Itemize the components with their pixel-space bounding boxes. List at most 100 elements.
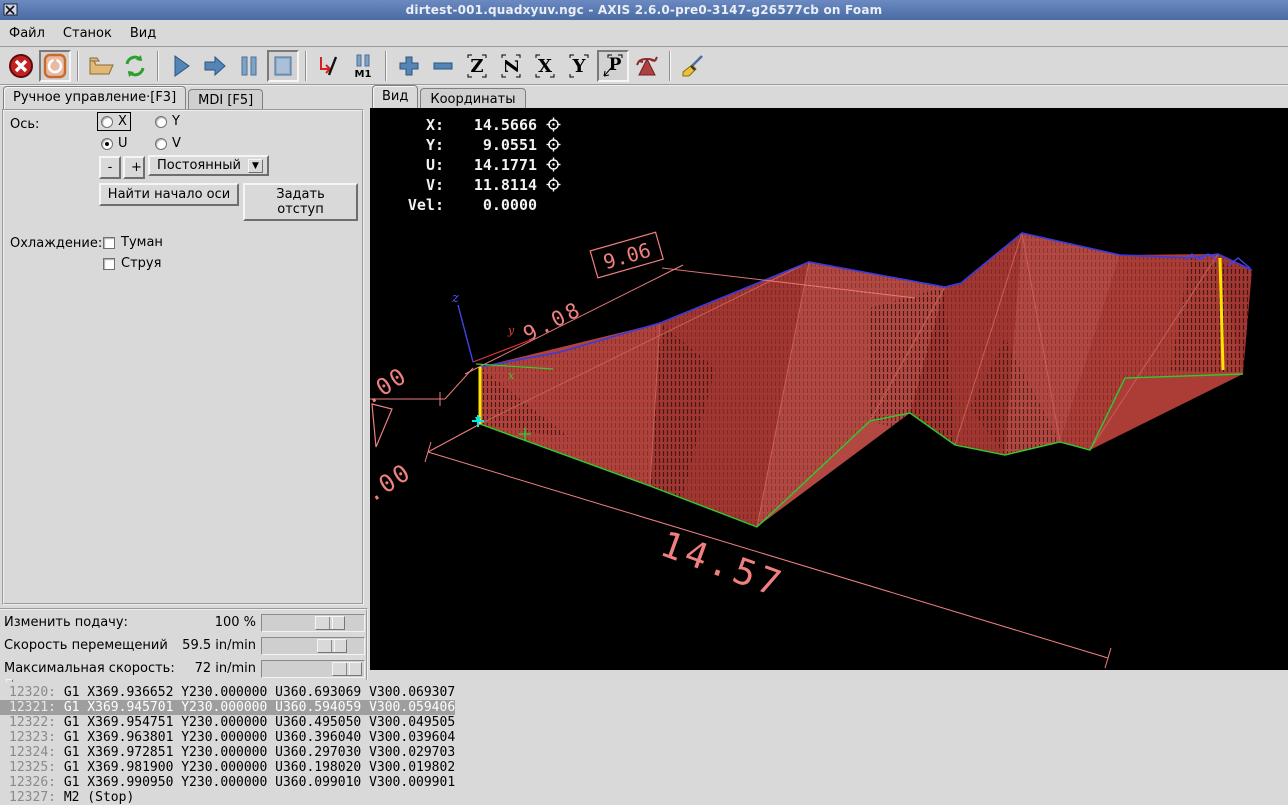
optional-pause-button[interactable]: M1 [347, 50, 379, 82]
jog-speed-value: 59.5 in/min [182, 638, 256, 653]
zoom-out-button[interactable] [427, 50, 459, 82]
gcode-line[interactable]: 12323: G1 X369.963801 Y230.000000 U360.3… [0, 730, 1288, 745]
open-file-button[interactable] [85, 50, 117, 82]
toolbar-separator [385, 51, 387, 81]
view-x-button[interactable]: X [529, 50, 561, 82]
toolbar-separator [77, 51, 79, 81]
view-perspective-button[interactable]: P [597, 50, 629, 82]
gcode-line-active[interactable]: 12321: G1 X369.945701 Y230.000000 U360.5… [0, 700, 1288, 715]
svg-text:P: P [609, 55, 622, 75]
gcode-line[interactable]: 12320: G1 X369.936652 Y230.000000 U360.6… [0, 685, 1288, 700]
zoom-out-icon [430, 53, 456, 79]
svg-text:Z: Z [500, 59, 521, 72]
dimension-diagonal-label: 9.08 [519, 297, 586, 347]
toolbar-separator [305, 51, 307, 81]
tab-preview[interactable]: Вид [372, 85, 418, 108]
gcode-line[interactable]: 12325: G1 X369.981900 Y230.000000 U360.1… [0, 760, 1288, 775]
menu-view[interactable]: Вид [121, 22, 165, 45]
radio-indicator [101, 116, 113, 128]
slider-handle[interactable] [332, 662, 362, 676]
stop-icon [270, 53, 296, 79]
gcode-line[interactable]: 12324: G1 X369.972851 Y230.000000 U360.2… [0, 745, 1288, 760]
set-offset-button[interactable]: Задать отступ [243, 183, 358, 221]
jog-speed-label: Скорость перемещений [4, 638, 168, 653]
axis-radio-u[interactable]: U [98, 135, 131, 152]
jog-minus-button[interactable]: - [99, 156, 121, 179]
axis-radio-v[interactable]: V [152, 135, 184, 152]
title-bar[interactable]: dirtest-001.quadxyuv.ngc - AXIS 2.6.0-pr… [0, 0, 1288, 20]
backplot-canvas[interactable]: 9.08 9.06 14.57 2.00 0.00 [370, 108, 1288, 670]
dimension-bottom-label: 14.57 [655, 524, 790, 606]
machine-power-icon [42, 53, 68, 79]
run-icon [168, 53, 194, 79]
rotate-view-button[interactable] [631, 50, 663, 82]
clear-plot-button[interactable] [677, 50, 709, 82]
readout-row-x: X: 14.5666 [384, 116, 564, 136]
tab-mdi[interactable]: MDI [F5] [188, 89, 263, 109]
coolant-flood-checkbox[interactable]: Струя [103, 256, 161, 271]
homed-icon [546, 117, 564, 136]
menu-bar: Файл Станок Вид [0, 20, 1288, 47]
axis-x-label: x [508, 369, 515, 382]
reload-icon [122, 53, 148, 79]
svg-text:M1: M1 [355, 69, 372, 79]
slider-handle[interactable] [317, 639, 347, 653]
feed-override-label: Изменить подачу: [4, 615, 128, 630]
jog-plus-button[interactable]: + [123, 156, 145, 179]
axis-radio-x[interactable]: X [98, 113, 130, 130]
gcode-line[interactable]: 12322: G1 X369.954751 Y230.000000 U360.4… [0, 715, 1288, 730]
pause-button[interactable] [233, 50, 265, 82]
position-readout: X: 14.5666 Y: 9.0551 U: 14.1771 [384, 116, 564, 214]
manual-control-panel: Ручное управление·[F3] MDI [F5] Ось: X Y… [0, 86, 368, 680]
homed-icon [546, 157, 564, 176]
radio-indicator [155, 116, 167, 128]
feed-override-slider[interactable] [261, 614, 365, 632]
jog-speed-slider[interactable] [261, 637, 365, 655]
menu-machine[interactable]: Станок [54, 22, 121, 45]
gcode-line[interactable]: 12326: G1 X369.990950 Y230.000000 U360.0… [0, 775, 1288, 790]
jog-mode-dropdown[interactable]: Постоянный ▼ [148, 155, 269, 176]
radio-indicator [155, 138, 167, 150]
readout-row-y: Y: 9.0551 [384, 136, 564, 156]
pause-icon [236, 53, 262, 79]
readout-row-u: U: 14.1771 [384, 156, 564, 176]
max-velocity-value: 72 in/min [195, 661, 256, 676]
home-axis-button[interactable]: Найти начало оси [99, 183, 239, 206]
view-panel: Вид Координаты [370, 86, 1288, 670]
run-button[interactable] [165, 50, 197, 82]
homed-icon [546, 137, 564, 156]
zoom-in-icon [396, 53, 422, 79]
reload-button[interactable] [119, 50, 151, 82]
view-z-rotated-button[interactable]: Z [495, 50, 527, 82]
machine-power-button[interactable] [39, 50, 71, 82]
foam-surface [480, 233, 1252, 527]
stop-button[interactable] [267, 50, 299, 82]
view-y-icon: Y [566, 53, 592, 79]
view-z-button[interactable]: Z [461, 50, 493, 82]
menu-file[interactable]: Файл [0, 22, 54, 45]
toolbar-separator [669, 51, 671, 81]
estop-icon [8, 53, 34, 79]
coolant-mist-checkbox[interactable]: Туман [103, 235, 163, 250]
axis-z-label: z [451, 291, 459, 306]
max-velocity-slider[interactable] [261, 660, 365, 678]
skip-lines-button[interactable] [313, 50, 345, 82]
step-button[interactable] [199, 50, 231, 82]
readout-row-v: V: 11.8114 [384, 176, 564, 196]
toolbar-separator [157, 51, 159, 81]
feed-override-value: 100 % [215, 615, 256, 630]
tab-manual-control[interactable]: Ручное управление·[F3] [3, 86, 186, 109]
gcode-listing[interactable]: 12320: G1 X369.936652 Y230.000000 U360.6… [0, 682, 1288, 803]
axis-radio-y[interactable]: Y [152, 113, 183, 130]
axis-y-label: y [507, 324, 515, 337]
view-y-button[interactable]: Y [563, 50, 595, 82]
tab-dro[interactable]: Координаты [420, 88, 525, 108]
estop-button[interactable] [5, 50, 37, 82]
slider-handle[interactable] [315, 616, 345, 630]
radio-indicator [101, 138, 113, 150]
checkbox-indicator [103, 237, 115, 249]
zoom-in-button[interactable] [393, 50, 425, 82]
view-z-icon: Z [464, 53, 490, 79]
override-sliders: Изменить подачу: 100 % Скорость перемеще… [0, 608, 368, 680]
homed-icon [546, 177, 564, 196]
